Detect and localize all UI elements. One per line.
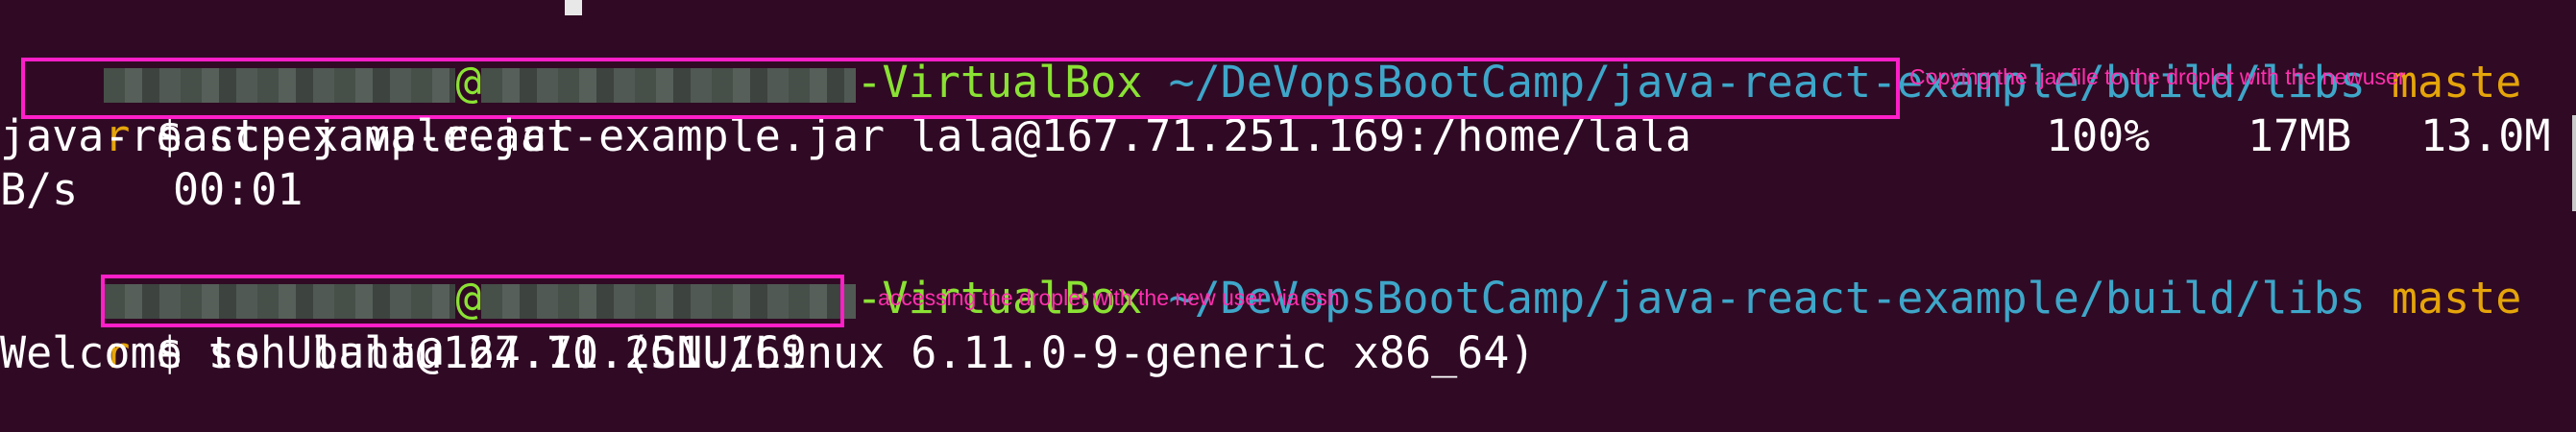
ssh-command-highlight [101,275,844,327]
scp-annotation: Copying the .jar file to the droplet wit… [1909,64,2406,89]
prompt-branch: maste [2391,57,2522,108]
scp-output-rate: 13.0M [2420,110,2551,161]
scp-output-filename: java-react-example.jar [0,110,573,161]
scp-output-size: 17MB [2248,110,2352,161]
scrollbar[interactable] [2572,115,2576,211]
scp-output-time: 00:01 [173,164,304,215]
ssh-annotation: accessing the droplet with the new user … [878,285,1340,310]
prompt-branch: maste [2391,273,2522,324]
prompt-line-2: @ -VirtualBox ~/DeVopsBootCamp/java-react… [0,218,2521,324]
prompt-line-1: @ -VirtualBox ~/DeVopsBootCamp/java-react… [0,2,2521,108]
welcome-message: Welcome to Ubuntu 24.10 (GNU/Linux 6.11.… [0,327,1536,378]
terminal-window[interactable]: @ -VirtualBox ~/DeVopsBootCamp/java-react… [0,0,2576,432]
prompt-path: ~/DeVopsBootCamp/java-react-example/buil… [1168,273,2366,324]
scp-output-rate-unit: B/s [0,164,79,215]
scp-output-progress: 100% [2046,110,2151,161]
